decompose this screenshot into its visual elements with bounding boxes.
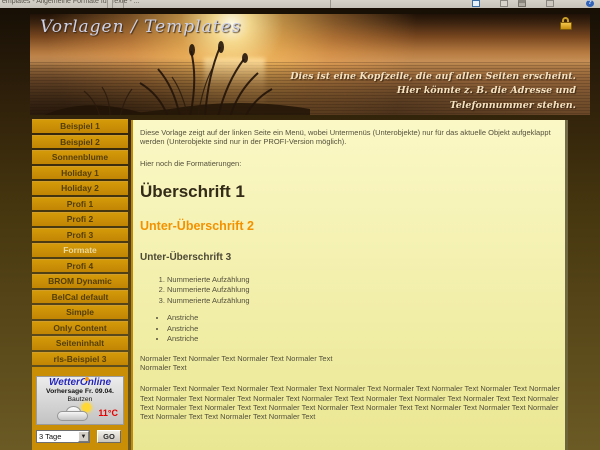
heading-2: Unter-Überschrift 2 [140, 219, 555, 235]
selected-range: 3 Tage [37, 432, 78, 441]
sidebar-item-belcal-default[interactable]: BelCal default [32, 290, 128, 304]
sidebar-menu: Beispiel 1 Beispiel 2 Sonnenblume Holida… [32, 119, 128, 367]
weather-panel[interactable]: WetterOnline Vorhersage Fr. 09.04. Bautz… [36, 376, 124, 425]
sidebar-item-profi-2[interactable]: Profi 2 [32, 212, 128, 226]
bullet-list: Anstriche Anstriche Anstriche [167, 313, 555, 345]
sidebar-item-brom-dynamic[interactable]: BROM Dynamic [32, 274, 128, 288]
go-button[interactable]: GO [97, 430, 121, 443]
browser-tab-title: emplates - Allgemeine Formate für Texte … [2, 0, 140, 5]
sidebar-item-holiday-2[interactable]: Holiday 2 [32, 181, 128, 195]
partly-cloudy-icon [57, 404, 95, 421]
sidebar-item-profi-3[interactable]: Profi 3 [32, 228, 128, 242]
heading-3: Unter-Überschrift 3 [140, 252, 555, 265]
window-icon[interactable] [500, 0, 508, 7]
window-icon[interactable] [546, 0, 554, 7]
sidebar-item-formate[interactable]: Formate [32, 243, 128, 257]
tagline-line: Telefonnummer stehen. [290, 99, 576, 113]
normal-text-block: Normaler Text Normaler Text Normaler Tex… [140, 354, 555, 373]
tagline-line: Hier könnte z. B. die Adresse und [290, 84, 576, 98]
logo-sun-o: O [80, 377, 88, 388]
weather-controls: 3 Tage ▼ GO [36, 430, 124, 443]
printer-icon[interactable] [518, 0, 526, 7]
forecast-date-label: Vorhersage Fr. 09.04. [37, 388, 123, 396]
sidebar-item-profi-4[interactable]: Profi 4 [32, 259, 128, 273]
page-background: Vorlagen / Templates Dies ist eine Kopfz… [0, 8, 600, 450]
chevron-down-icon[interactable]: ▼ [78, 431, 89, 442]
tagline-line: Dies ist eine Kopfzeile, die auf allen S… [290, 70, 576, 84]
header-tagline: Dies ist eine Kopfzeile, die auf allen S… [290, 70, 576, 113]
tab-divider [107, 0, 108, 8]
help-icon[interactable]: ? [586, 0, 594, 7]
tab-divider [123, 0, 124, 8]
normal-text-line: Normaler Text [140, 363, 555, 372]
numbered-list-item: Nummerierte Aufzählung [167, 296, 555, 307]
document-icon[interactable] [472, 0, 480, 7]
header-banner: Vorlagen / Templates Dies ist eine Kopfz… [30, 14, 590, 115]
sidebar-item-holiday-1[interactable]: Holiday 1 [32, 166, 128, 180]
bullet-list-item: Anstriche [167, 313, 555, 324]
sidebar-item-profi-1[interactable]: Profi 1 [32, 197, 128, 211]
sidebar-item-rls-beispiel-3[interactable]: rls-Beispiel 3 [32, 352, 128, 366]
sidebar-item-beispiel-2[interactable]: Beispiel 2 [32, 135, 128, 149]
beach-grass-silhouette [40, 39, 310, 115]
sidebar-item-sonnenblume[interactable]: Sonnenblume [32, 150, 128, 164]
logo-text: Wetter [49, 377, 80, 388]
formats-intro: Hier noch die Formatierungen: [140, 159, 555, 168]
temperature-value: 11°C [98, 408, 118, 418]
logo-text: nline [88, 377, 111, 388]
forecast-range-select[interactable]: 3 Tage ▼ [36, 430, 90, 443]
site-title: Vorlagen / Templates [40, 17, 241, 37]
bullet-list-item: Anstriche [167, 324, 555, 335]
wetteronline-logo: WetterOnline [37, 377, 123, 388]
sidebar-item-only-content[interactable]: Only Content [32, 321, 128, 335]
main-content: Diese Vorlage zeigt auf der linken Seite… [131, 120, 568, 450]
normal-text-line: Normaler Text Normaler Text Normaler Tex… [140, 354, 555, 363]
toolbar-divider [330, 0, 331, 8]
padlock-icon[interactable] [560, 17, 572, 30]
sidebar-item-seiteninhalt[interactable]: Seiteninhalt [32, 336, 128, 350]
sidebar-item-simple[interactable]: Simple [32, 305, 128, 319]
intro-paragraph: Diese Vorlage zeigt auf der linken Seite… [140, 128, 560, 147]
tab-divider [112, 0, 113, 8]
numbered-list-item: Nummerierte Aufzählung [167, 285, 555, 296]
browser-titlebar: emplates - Allgemeine Formate für Texte … [0, 0, 600, 8]
numbered-list-item: Nummerierte Aufzählung [167, 275, 555, 286]
forecast-row: 11°C [37, 404, 123, 422]
normal-text-paragraph: Normaler Text Normaler Text Normaler Tex… [140, 384, 562, 422]
forecast-city: Bautzen [37, 396, 123, 404]
heading-1: Überschrift 1 [140, 181, 555, 202]
bullet-list-item: Anstriche [167, 334, 555, 345]
sidebar-item-beispiel-1[interactable]: Beispiel 1 [32, 119, 128, 133]
weather-widget: WetterOnline Vorhersage Fr. 09.04. Bautz… [32, 367, 128, 450]
numbered-list: Nummerierte Aufzählung Nummerierte Aufzä… [167, 275, 555, 307]
